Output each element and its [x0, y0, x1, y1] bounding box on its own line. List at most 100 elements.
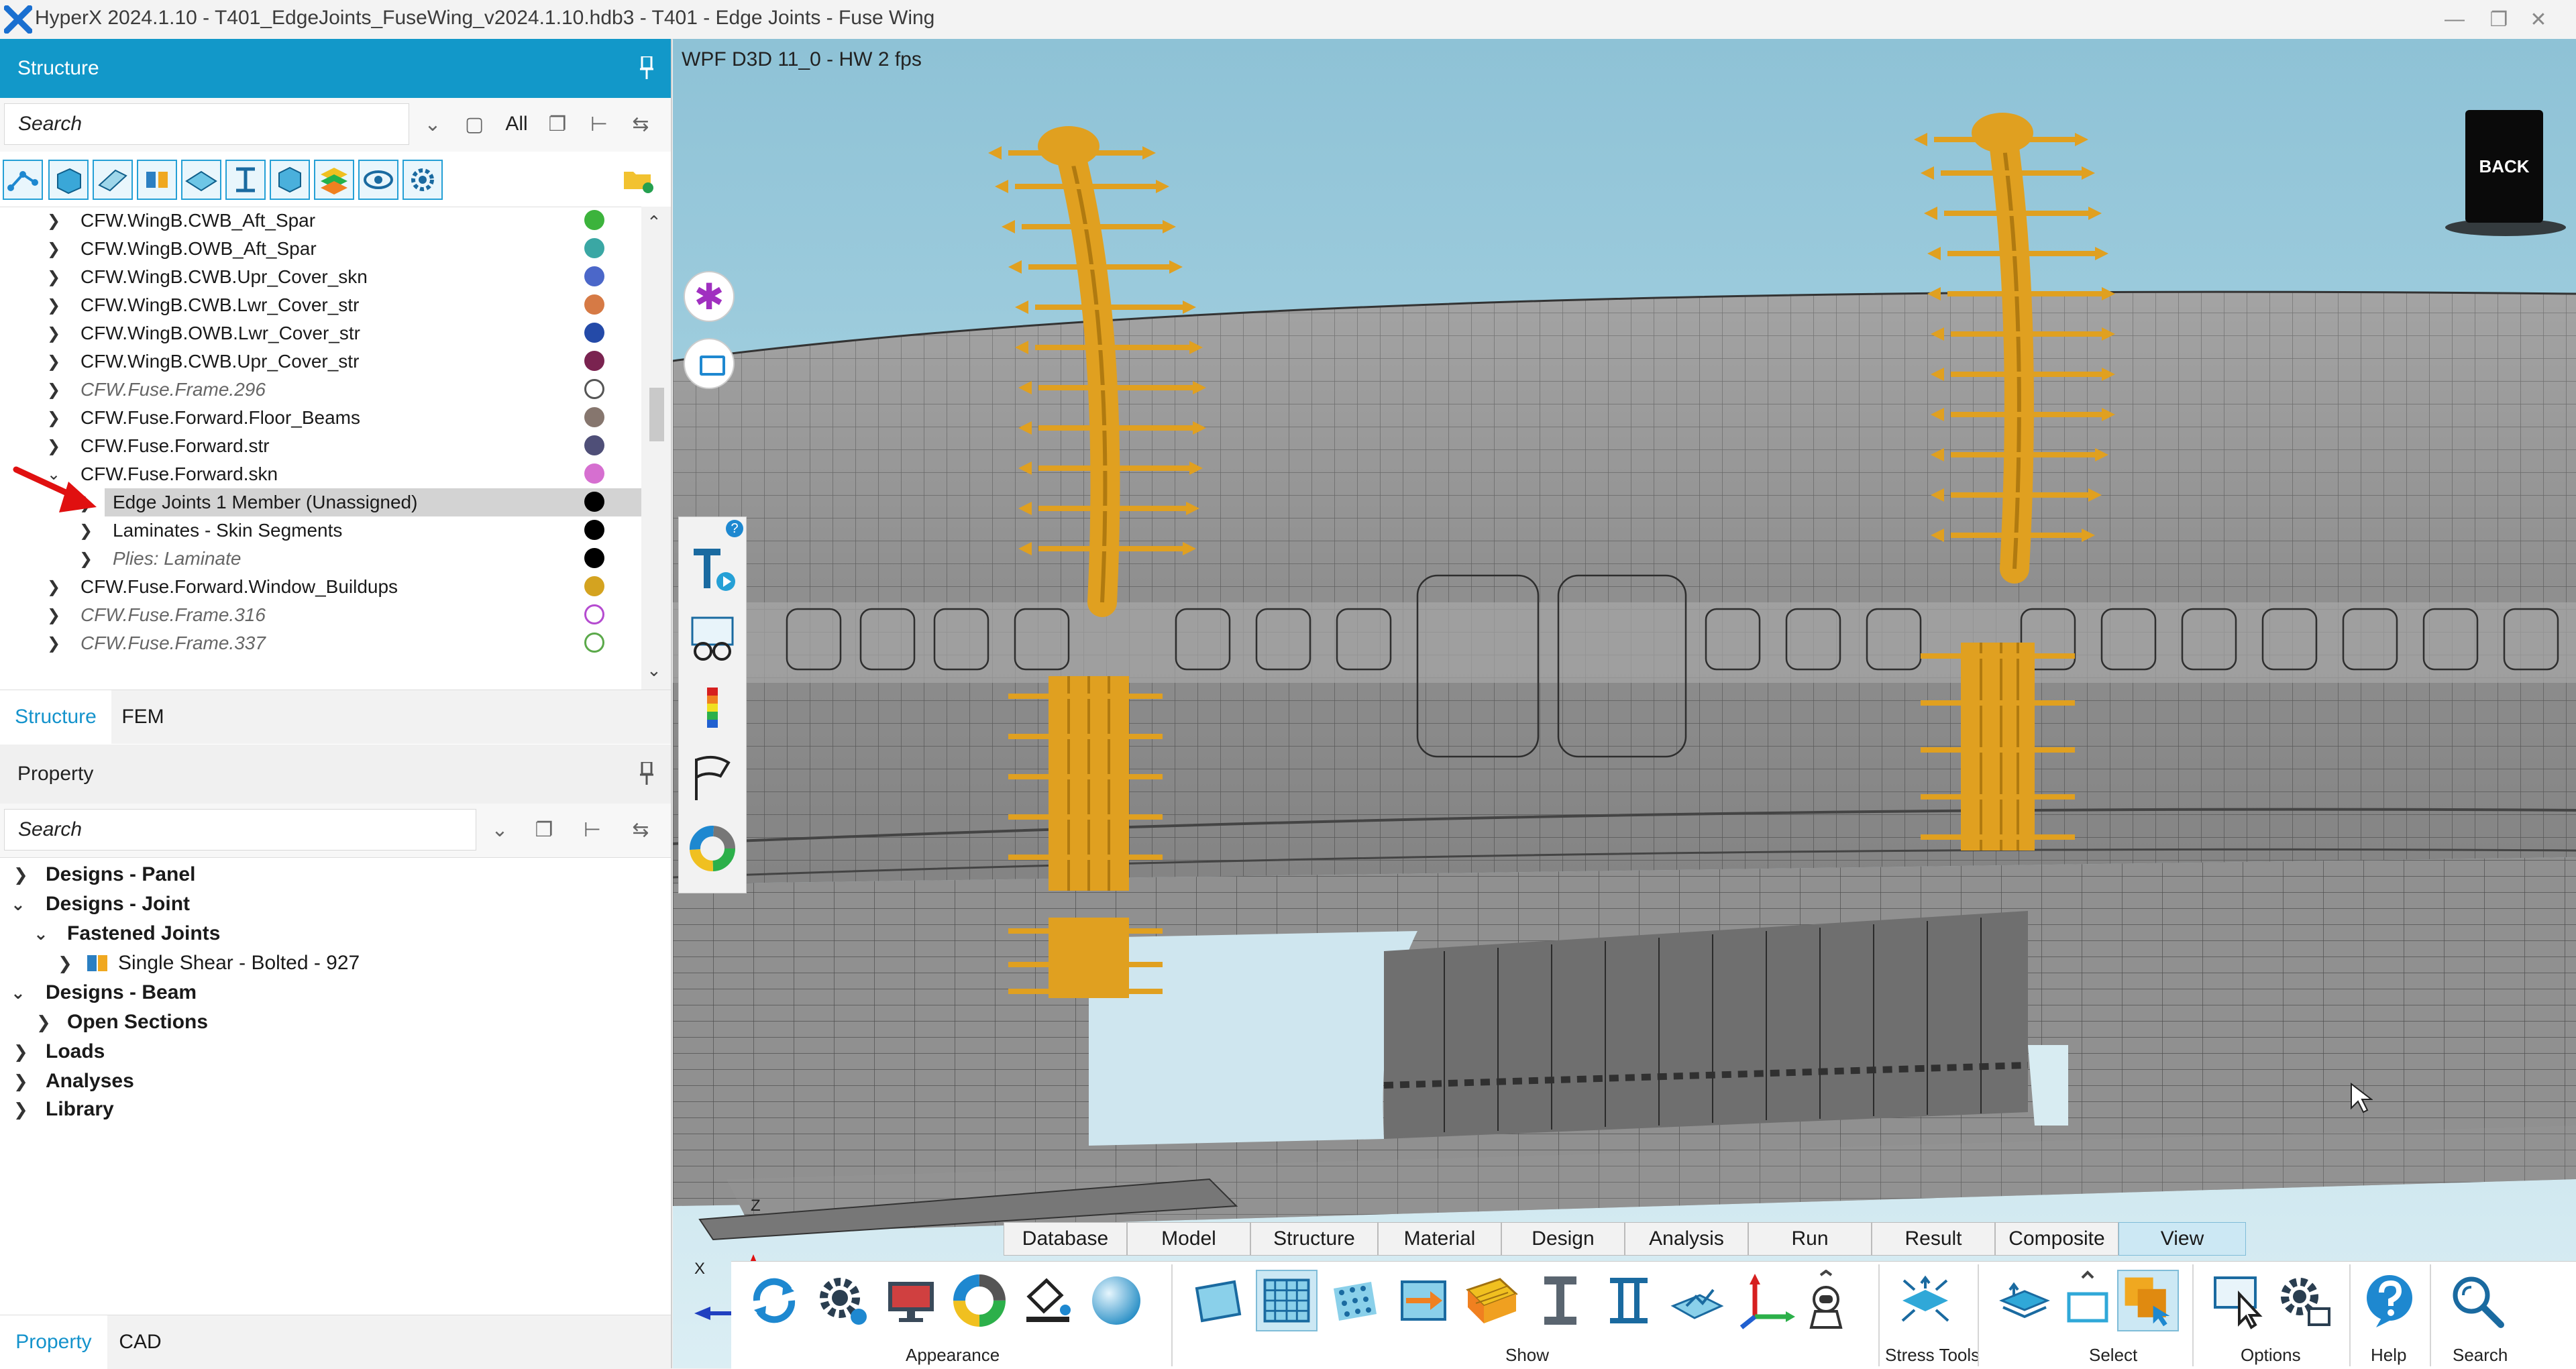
select-box-icon[interactable]	[2057, 1270, 2118, 1331]
structure-search-input[interactable]: Search	[4, 103, 409, 145]
chevron-right-icon[interactable]: ❯	[47, 437, 60, 456]
tree-hierarchy-icon[interactable]: ⊢	[582, 107, 616, 141]
color-swatch[interactable]	[584, 266, 604, 286]
tree-item[interactable]: ❯ CFW.WingB.CWB.Upr_Cover_str	[0, 347, 641, 376]
back-face-label[interactable]: BACK	[2465, 110, 2543, 223]
eye-filter-icon[interactable]	[358, 160, 398, 200]
ribbon-tab-material[interactable]: Material	[1378, 1222, 1501, 1256]
ribbon-tab-design[interactable]: Design	[1501, 1222, 1625, 1256]
panel-icon[interactable]	[93, 160, 133, 200]
color-swatch[interactable]	[584, 210, 604, 230]
show-profiles-icon[interactable]	[1598, 1270, 1660, 1331]
ribbon-tab-result[interactable]: Result	[1872, 1222, 1995, 1256]
tree-item[interactable]: ❯ CFW.Fuse.Forward.str	[0, 432, 641, 460]
pin-icon[interactable]	[640, 56, 653, 79]
chevron-right-icon[interactable]: ❯	[47, 606, 60, 625]
color-swatch[interactable]	[584, 463, 604, 484]
chevron-right-icon[interactable]: ❯	[79, 549, 93, 569]
tree-item[interactable]: ❯ Plies: Laminate	[0, 545, 641, 573]
show-astronaut-icon[interactable]	[1795, 1270, 1857, 1331]
tree-item[interactable]: ❯ CFW.Fuse.Forward.Window_Buildups	[0, 573, 641, 601]
view-glasses-icon[interactable]	[687, 614, 738, 665]
property-search-input[interactable]: Search	[4, 809, 476, 851]
color-swatch[interactable]	[584, 294, 604, 315]
color-swatch[interactable]	[584, 576, 604, 596]
chevron-right-icon[interactable]: ❯	[47, 578, 60, 597]
settings-gear-icon[interactable]	[402, 160, 443, 200]
color-swatch[interactable]	[584, 351, 604, 371]
help-icon[interactable]	[2359, 1270, 2420, 1331]
display-monitor-icon[interactable]	[880, 1270, 942, 1331]
property-item-single-shear[interactable]: ❯ Single Shear - Bolted - 927	[0, 948, 402, 978]
tree-item[interactable]: Edge Joints 1 Member (Unassigned)	[105, 488, 641, 516]
show-loads-icon[interactable]	[1393, 1270, 1454, 1331]
color-swatch[interactable]	[584, 604, 604, 624]
tree-item[interactable]: ❯ CFW.WingB.OWB.Lwr_Cover_str	[0, 319, 641, 347]
property-hierarchy-icon[interactable]: ⊢	[576, 813, 609, 846]
joint-icon[interactable]	[137, 160, 177, 200]
ribbon-tab-composite[interactable]: Composite	[1995, 1222, 2118, 1256]
chevron-right-icon[interactable]: ❯	[47, 408, 60, 428]
tab-cad[interactable]: CAD	[110, 1315, 170, 1369]
color-swatch[interactable]	[584, 548, 604, 568]
ribbon-tab-model[interactable]: Model	[1127, 1222, 1250, 1256]
collapse-all-icon[interactable]: ❐	[541, 107, 574, 141]
chevron-right-icon[interactable]: ❯	[47, 211, 60, 231]
color-swatch[interactable]	[584, 633, 604, 653]
view-cube[interactable]: BACK	[2425, 106, 2573, 240]
tab-property[interactable]: Property	[0, 1315, 107, 1369]
color-swatch[interactable]	[584, 435, 604, 455]
tab-structure[interactable]: Structure	[0, 690, 111, 744]
select-highlight-icon[interactable]	[2117, 1270, 2179, 1331]
chevron-right-icon[interactable]: ❯	[47, 239, 60, 259]
color-swatch[interactable]	[584, 520, 604, 540]
cube-icon[interactable]	[270, 160, 310, 200]
show-shell-icon[interactable]	[1187, 1270, 1249, 1331]
structure-tree-scrollbar[interactable]: ⌃ ⌄	[641, 207, 671, 690]
color-legend-icon[interactable]	[687, 683, 738, 734]
ribbon-tab-view[interactable]: View	[2118, 1222, 2246, 1256]
property-pin-icon[interactable]	[640, 762, 653, 785]
stress-tools-icon[interactable]	[1894, 1270, 1956, 1331]
ribbon-tab-database[interactable]: Database	[1004, 1222, 1127, 1256]
chevron-right-icon[interactable]: ❯	[47, 634, 60, 653]
color-swatch[interactable]	[584, 323, 604, 343]
show-elements-icon[interactable]	[1461, 1270, 1523, 1331]
tree-item[interactable]: ❯ CFW.Fuse.Forward.Floor_Beams	[0, 404, 641, 432]
tree-item[interactable]: ❯ CFW.Fuse.Frame.316	[0, 601, 641, 629]
show-mesh-icon[interactable]	[1256, 1270, 1318, 1331]
view-settings-gear-icon[interactable]	[812, 1270, 873, 1331]
help-badge-icon[interactable]: ?	[726, 520, 743, 537]
property-collapse-icon[interactable]: ❐	[527, 813, 561, 846]
chevron-right-icon[interactable]: ❯	[47, 296, 60, 315]
select-tool-icon[interactable]	[1994, 1270, 2055, 1331]
sync-icon[interactable]: ⇆	[624, 107, 657, 141]
close-button[interactable]: ✕	[2505, 3, 2572, 36]
filter-type-icon[interactable]: ▢	[458, 107, 491, 141]
show-coordinate-system-icon[interactable]	[1735, 1270, 1796, 1331]
ribbon-tab-structure[interactable]: Structure	[1250, 1222, 1378, 1256]
options-gear-icon[interactable]	[2271, 1270, 2333, 1331]
beam-icon[interactable]	[225, 160, 266, 200]
tree-item[interactable]: ❯ CFW.WingB.CWB.Upr_Cover_skn	[0, 263, 641, 291]
show-orientation-icon[interactable]	[1666, 1270, 1728, 1331]
chevron-right-icon[interactable]: ❯	[47, 268, 60, 287]
fit-view-icon[interactable]	[684, 338, 735, 389]
filter-all-button[interactable]: All	[496, 107, 537, 141]
chevron-right-icon[interactable]: ❯	[47, 352, 60, 372]
color-swatch[interactable]	[584, 407, 604, 427]
tree-item[interactable]: ❯ CFW.WingB.CWB.Lwr_Cover_str	[0, 291, 641, 319]
color-swatch[interactable]	[584, 379, 604, 399]
sphere-shading-icon[interactable]	[1085, 1270, 1147, 1331]
text-annotation-icon[interactable]	[687, 544, 738, 595]
show-nodes-icon[interactable]	[1324, 1270, 1386, 1331]
show-beams-icon[interactable]	[1529, 1270, 1591, 1331]
fuselage-wing-model[interactable]	[673, 39, 2576, 1368]
network-filter-icon[interactable]	[3, 160, 43, 200]
new-folder-icon[interactable]	[621, 162, 655, 196]
donut-chart-icon[interactable]	[687, 823, 738, 874]
flag-icon[interactable]	[687, 753, 738, 804]
plate-icon[interactable]	[181, 160, 221, 200]
tree-item[interactable]: ❯ CFW.Fuse.Frame.337	[0, 629, 641, 657]
pick-center-icon[interactable]: ✱	[684, 271, 735, 322]
